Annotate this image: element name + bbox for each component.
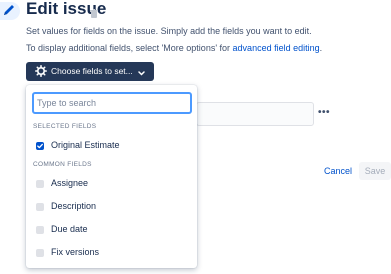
list-item-label: Due date [51,224,88,234]
checkbox[interactable] [36,203,44,211]
description-text: Set values for fields on the issue. Simp… [26,26,312,36]
more-options-prefix: To display additional fields, select 'Mo… [26,43,233,53]
more-options-text: To display additional fields, select 'Mo… [26,42,322,54]
list-item-label: Description [51,201,97,211]
checkbox[interactable] [36,226,44,234]
checkbox[interactable] [36,249,44,257]
chevron-down-icon [138,68,145,78]
list-item-due-date[interactable]: Due date [26,220,197,240]
list-item-label: Assignee [51,178,89,188]
field-value-input[interactable] [196,102,314,126]
save-button[interactable]: Save [359,162,391,180]
list-item-label: Fix versions [51,247,100,257]
selected-fields-heading: SELECTED FIELDS [33,123,97,130]
list-item-fix-versions[interactable]: Fix versions [26,243,197,263]
list-item-original-estimate[interactable]: Original Estimate [26,136,197,156]
choose-fields-button[interactable]: Choose fields to set... [26,62,154,81]
search-input[interactable] [32,92,192,114]
more-actions-button[interactable]: ••• [318,107,330,118]
list-item-description[interactable]: Description [26,197,197,217]
fields-dropdown: SELECTED FIELDS Original Estimate COMMON… [26,85,197,268]
gear-icon [35,65,47,79]
page-header: Edit issue [0,0,391,22]
list-item-label: Original Estimate [51,140,120,150]
edit-icon [0,2,20,20]
check-icon [37,143,43,149]
list-item-assignee[interactable]: Assignee [26,174,197,194]
choose-fields-label: Choose fields to set... [51,66,133,76]
advanced-field-editing-link[interactable]: advanced field editing [233,43,320,53]
cancel-button[interactable]: Cancel [324,166,352,176]
common-fields-heading: COMMON FIELDS [33,161,92,168]
more-options-suffix: . [319,43,323,53]
trash-icon[interactable] [90,5,98,23]
checkbox-checked[interactable] [36,142,44,150]
checkbox[interactable] [36,180,44,188]
